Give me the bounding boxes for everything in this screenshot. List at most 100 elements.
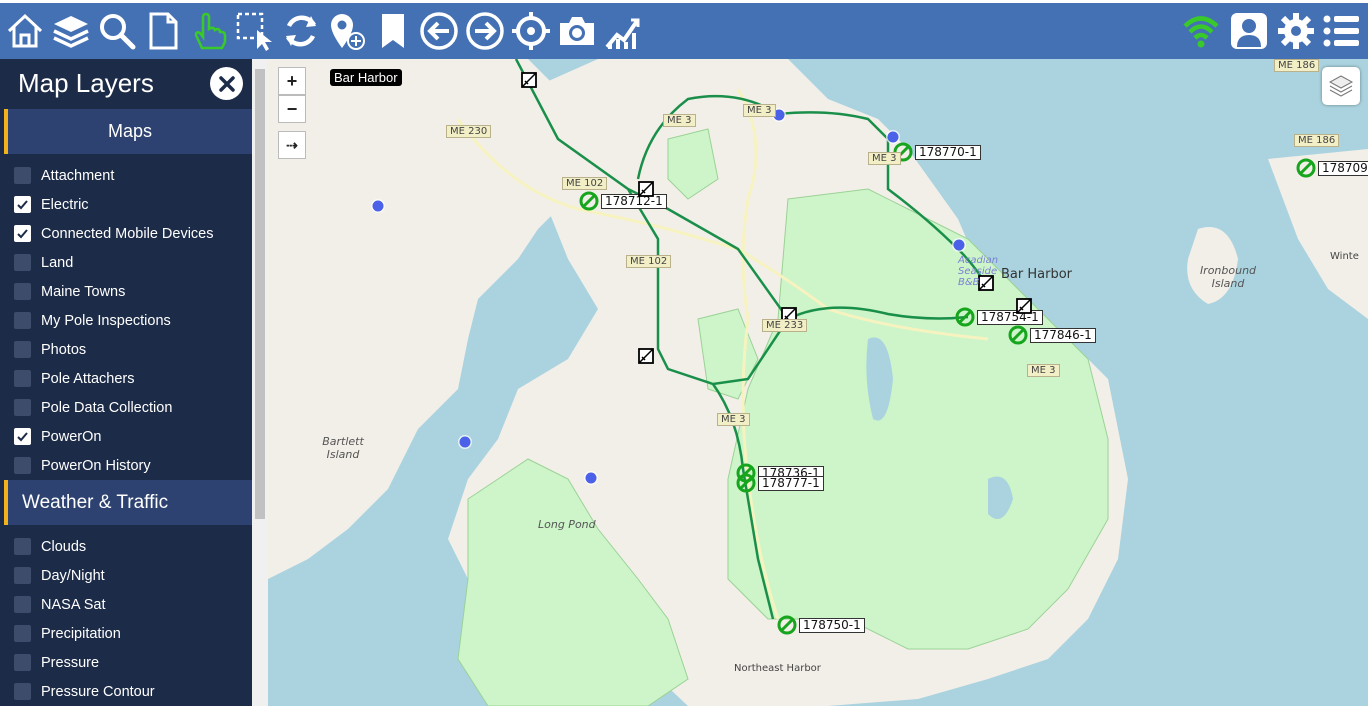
switch-icon xyxy=(638,348,654,364)
mobile-device-marker[interactable] xyxy=(951,237,967,253)
layer-checkbox[interactable] xyxy=(14,625,31,642)
layer-item[interactable]: PowerOn History xyxy=(14,451,151,480)
camera-button[interactable] xyxy=(556,8,598,54)
mobile-device-marker[interactable] xyxy=(457,434,473,450)
hand-pointer-button[interactable] xyxy=(188,8,230,54)
zoom-in-button[interactable]: + xyxy=(278,67,306,95)
outage-marker[interactable] xyxy=(1296,158,1316,178)
layer-checkbox[interactable] xyxy=(14,538,31,555)
wifi-icon xyxy=(1183,16,1219,48)
switch-marker[interactable] xyxy=(1015,297,1033,315)
panel-scrollbar[interactable] xyxy=(252,59,268,706)
layer-checkbox[interactable] xyxy=(14,283,31,300)
arrow-tool-button[interactable]: ⇢ xyxy=(278,131,306,159)
layer-checkbox[interactable] xyxy=(14,457,31,474)
layer-item[interactable]: Connected Mobile Devices xyxy=(14,219,213,248)
layer-item[interactable]: Clouds xyxy=(14,532,86,561)
road-label: ME 102 xyxy=(562,177,608,190)
outage-label[interactable]: 177846-1 xyxy=(1030,328,1096,343)
layer-item[interactable]: Precipitation xyxy=(14,619,121,648)
layer-checkbox[interactable] xyxy=(14,654,31,671)
layer-checkbox[interactable] xyxy=(14,341,31,358)
layer-item[interactable]: Pole Attachers xyxy=(14,364,135,393)
close-icon xyxy=(218,75,235,92)
outage-marker[interactable] xyxy=(736,473,756,493)
switch-marker[interactable] xyxy=(637,347,655,365)
wifi-button[interactable] xyxy=(1180,8,1222,54)
layer-checkbox[interactable] xyxy=(14,225,31,242)
outage-label[interactable]: 178750-1 xyxy=(799,618,865,633)
outage-marker[interactable] xyxy=(1008,325,1028,345)
layer-item[interactable]: Pressure Contour xyxy=(14,677,155,706)
layer-label: Pressure xyxy=(41,654,100,671)
zoom-out-button[interactable]: − xyxy=(278,95,306,123)
gear-button[interactable] xyxy=(1275,8,1317,54)
outage-label[interactable]: 178712-1 xyxy=(601,194,667,209)
layer-item[interactable]: NASA Sat xyxy=(14,590,105,619)
layer-checkbox[interactable] xyxy=(14,370,31,387)
place-name: Bartlett Island xyxy=(322,435,364,461)
map-canvas[interactable] xyxy=(268,59,1368,706)
layer-checkbox[interactable] xyxy=(14,399,31,416)
outage-marker[interactable] xyxy=(579,191,599,211)
chart-icon xyxy=(605,18,640,49)
outage-marker[interactable] xyxy=(777,615,797,635)
select-area-button[interactable] xyxy=(234,8,276,54)
document-button[interactable] xyxy=(142,8,184,54)
layer-checkbox[interactable] xyxy=(14,312,31,329)
layer-item[interactable]: Electric xyxy=(14,190,89,219)
road-label: ME 3 xyxy=(868,152,901,165)
refresh-button[interactable] xyxy=(280,8,322,54)
forward-arrow-button[interactable] xyxy=(464,8,506,54)
gear-icon xyxy=(1278,13,1314,49)
layer-item[interactable]: Photos xyxy=(14,335,86,364)
outage-label[interactable]: 178777-1 xyxy=(758,476,824,491)
section-header[interactable]: Weather & Traffic xyxy=(4,480,252,525)
outage-marker[interactable] xyxy=(955,307,975,327)
switch-marker[interactable] xyxy=(637,180,655,198)
user-button[interactable] xyxy=(1228,8,1270,54)
add-location-button[interactable] xyxy=(326,8,368,54)
layer-checkbox[interactable] xyxy=(14,167,31,184)
mobile-device-marker[interactable] xyxy=(885,129,901,145)
layer-item[interactable]: Land xyxy=(14,248,73,277)
place-name: Bar Harbor xyxy=(1001,267,1072,282)
layer-checkbox[interactable] xyxy=(14,596,31,613)
bookmark-button[interactable] xyxy=(372,8,414,54)
layer-checkbox[interactable] xyxy=(14,683,31,700)
section-header[interactable]: Maps xyxy=(4,109,252,154)
chart-button[interactable] xyxy=(602,8,644,54)
layer-item[interactable]: Pole Data Collection xyxy=(14,393,172,422)
outage-label[interactable]: 178770-1 xyxy=(915,145,981,160)
mobile-device-marker[interactable] xyxy=(583,470,599,486)
close-panel-button[interactable] xyxy=(210,67,243,100)
crosshair-button[interactable] xyxy=(510,8,552,54)
no-power-icon xyxy=(579,191,599,211)
map-view[interactable]: + − ⇢ Bar Harbor 178770-1 178709 178712-1 1… xyxy=(268,59,1368,706)
layer-item[interactable]: Maine Towns xyxy=(14,277,125,306)
switch-marker[interactable] xyxy=(520,71,538,89)
layer-label: NASA Sat xyxy=(41,596,106,613)
layers-icon xyxy=(53,16,89,48)
list-button[interactable] xyxy=(1320,8,1362,54)
layer-item[interactable]: PowerOn xyxy=(14,422,101,451)
layer-item[interactable]: Pressure xyxy=(14,648,99,677)
back-arrow-button[interactable] xyxy=(418,8,460,54)
scrollbar-thumb[interactable] xyxy=(255,69,265,519)
layer-checkbox[interactable] xyxy=(14,428,31,445)
outage-label[interactable]: 178709 xyxy=(1318,161,1368,176)
search-button[interactable] xyxy=(96,8,138,54)
layers-button[interactable] xyxy=(50,8,92,54)
layer-checkbox[interactable] xyxy=(14,254,31,271)
basemap-layers-button[interactable] xyxy=(1322,67,1360,105)
home-button[interactable] xyxy=(4,8,46,54)
layer-item[interactable]: Day/Night xyxy=(14,561,105,590)
layer-label: Attachment xyxy=(41,167,115,184)
device-dot-icon xyxy=(886,130,900,144)
layer-checkbox[interactable] xyxy=(14,567,31,584)
layer-item[interactable]: Attachment xyxy=(14,161,114,190)
road-label: ME 3 xyxy=(717,413,750,426)
layer-item[interactable]: My Pole Inspections xyxy=(14,306,171,335)
mobile-device-marker[interactable] xyxy=(370,198,386,214)
layer-checkbox[interactable] xyxy=(14,196,31,213)
